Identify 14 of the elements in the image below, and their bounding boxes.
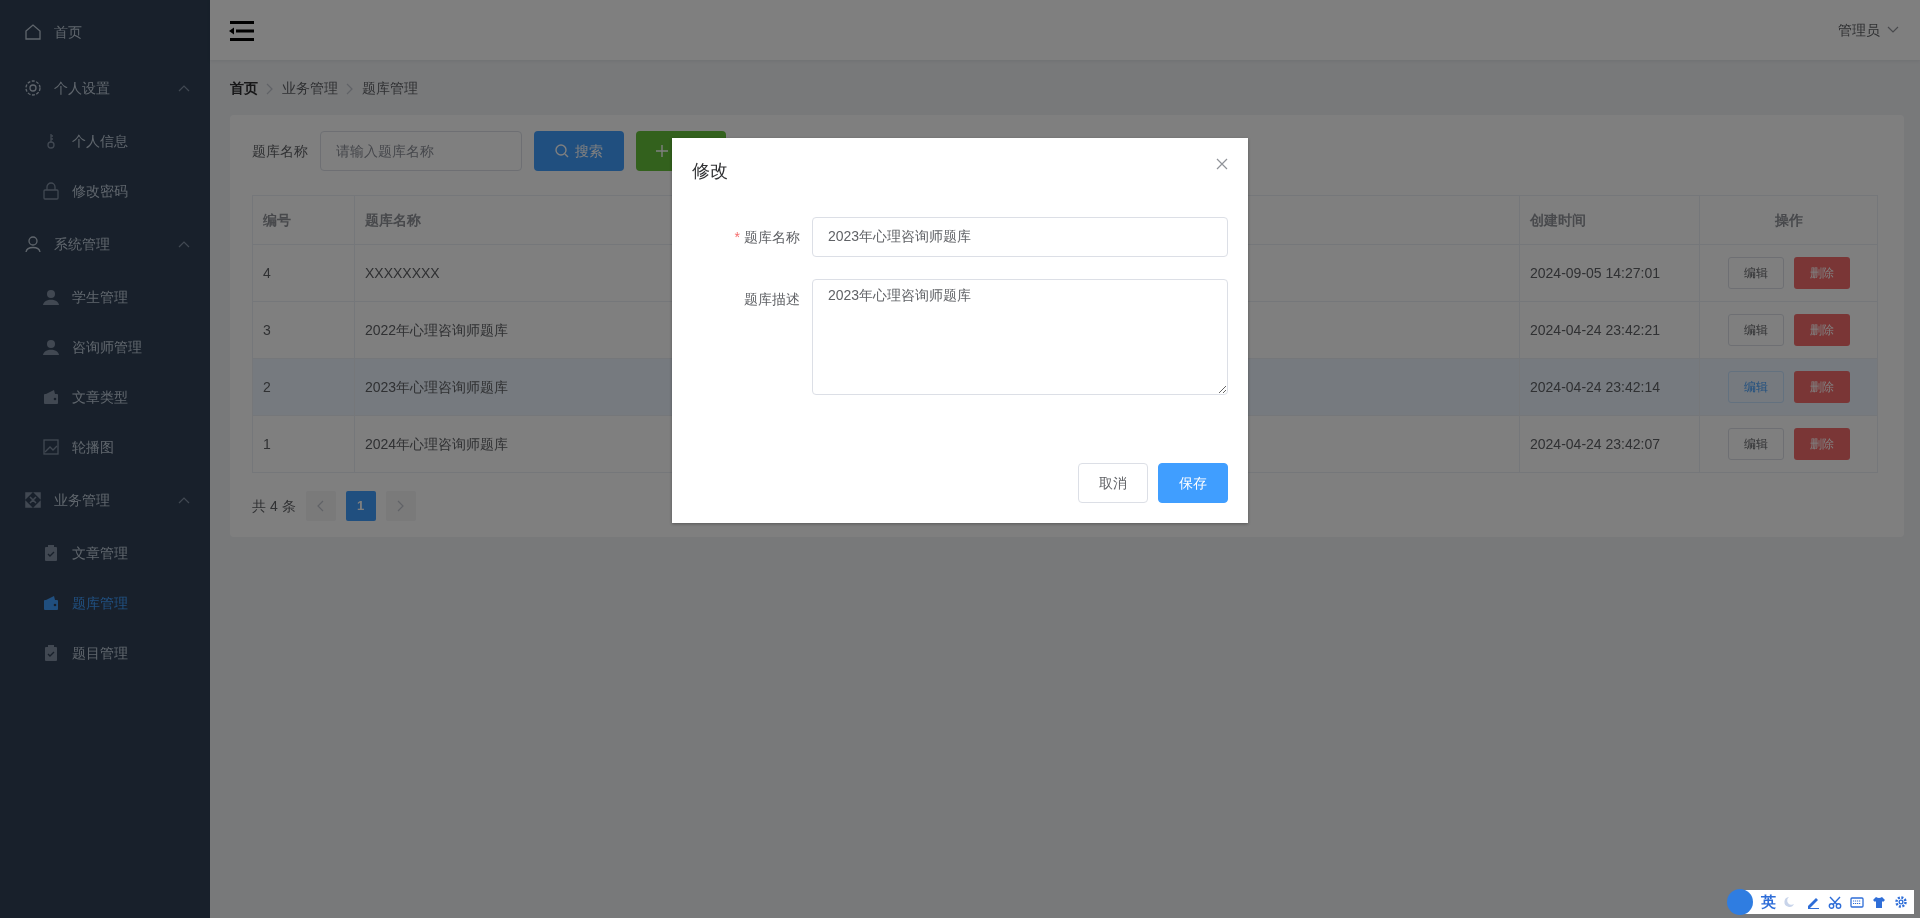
table-cell: 2024-09-05 14:27:01	[1519, 244, 1700, 302]
table-cell: 3	[252, 301, 355, 359]
search-label: 题库名称	[252, 141, 308, 161]
dialog-title: 修改	[692, 160, 728, 183]
table-cell: 4	[252, 244, 355, 302]
total-count: 共 4 条	[252, 496, 296, 516]
table-cell: 2024-04-24 23:42:07	[1519, 415, 1700, 473]
table-cell: 2024-04-24 23:42:14	[1519, 358, 1700, 416]
field-label: * 题库名称	[733, 228, 801, 247]
breadcrumb-item: 题库管理	[362, 79, 418, 98]
table-cell: 1	[252, 415, 355, 473]
breadcrumb-item: 业务管理	[282, 79, 338, 98]
table-cell: 2024-04-24 23:42:21	[1519, 301, 1700, 359]
table-cell: 2	[252, 358, 355, 416]
